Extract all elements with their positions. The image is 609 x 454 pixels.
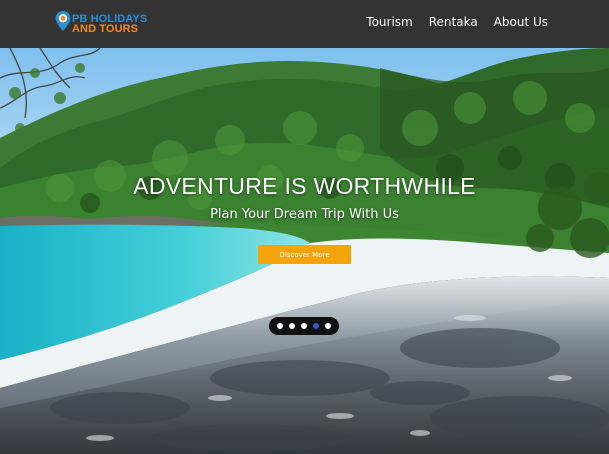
brand-logo[interactable]: PB HOLIDAYS AND TOURS [54, 9, 164, 39]
slide-dot-4[interactable] [313, 323, 319, 329]
slide-dot-2[interactable] [289, 323, 295, 329]
nav-item-about-us[interactable]: About Us [494, 15, 548, 29]
slide-dot-5[interactable] [325, 323, 331, 329]
hero-title: ADVENTURE IS WORTHWHILE [133, 173, 476, 199]
nav-item-tourism[interactable]: Tourism [366, 15, 412, 29]
nav-item-rentaka[interactable]: Rentaka [429, 15, 478, 29]
location-pin-icon [55, 11, 71, 31]
slide-dot-1[interactable] [277, 323, 283, 329]
slider-pagination [269, 317, 339, 335]
hero-subtitle: Plan Your Dream Trip With Us [210, 207, 399, 222]
site-header: PB HOLIDAYS AND TOURS Tourism Rentaka Ab… [0, 0, 609, 48]
brand-wordmark: PB HOLIDAYS AND TOURS [72, 14, 147, 35]
main-nav: Tourism Rentaka About Us [366, 15, 548, 29]
brand-line-2: AND TOURS [72, 23, 139, 35]
slide-dot-3[interactable] [301, 323, 307, 329]
hero-banner: ADVENTURE IS WORTHWHILE Plan Your Dream … [0, 48, 609, 454]
discover-more-button[interactable]: Discover More [258, 245, 351, 264]
page: PB HOLIDAYS AND TOURS Tourism Rentaka Ab… [0, 0, 609, 454]
